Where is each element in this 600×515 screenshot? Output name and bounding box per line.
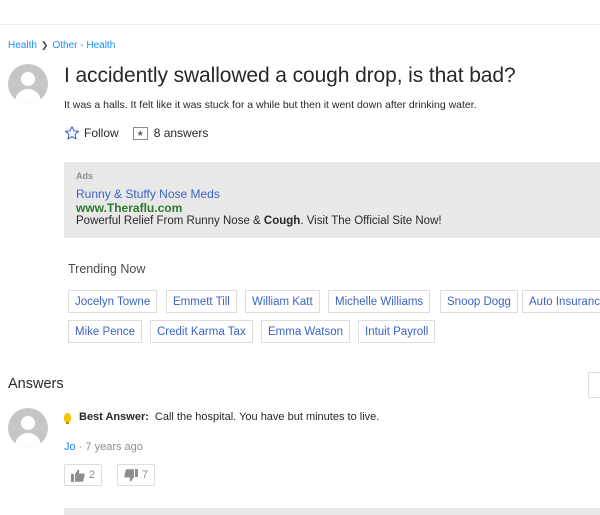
trending-label: Trending Now: [68, 262, 146, 276]
answerer-avatar[interactable]: [8, 408, 48, 448]
asker-avatar[interactable]: [8, 64, 48, 104]
breadcrumb: Health ❯ Other - Health: [8, 40, 115, 51]
best-answer-label: Best Answer:: [79, 411, 149, 423]
trending-tag[interactable]: Auto Insurance: [522, 290, 600, 313]
trending-tag[interactable]: Mike Pence: [68, 320, 143, 343]
trending-tag[interactable]: Emma Watson: [261, 320, 350, 343]
follow-label: Follow: [84, 126, 119, 140]
thumbs-up-button[interactable]: 2: [64, 464, 103, 486]
thumbs-up-icon: [71, 469, 85, 482]
sort-dropdown[interactable]: [588, 372, 600, 398]
top-band: [0, 0, 600, 25]
breadcrumb-other-health[interactable]: Other - Health: [52, 40, 115, 51]
thumbs-down-icon: [124, 468, 138, 481]
ad-block[interactable]: Ads Runny & Stuffy Nose Meds www.Therafl…: [64, 162, 600, 238]
question-actions: Follow ★ 8 answers: [64, 125, 208, 141]
question-title: I accidently swallowed a cough drop, is …: [64, 64, 516, 87]
answers-count-label: 8 answers: [153, 126, 209, 140]
breadcrumb-health[interactable]: Health: [8, 40, 37, 51]
answer-time: 7 years ago: [85, 441, 143, 453]
ad-title-link[interactable]: Runny & Stuffy Nose Meds: [76, 187, 220, 201]
meta-separator: ·: [75, 441, 86, 453]
bulb-icon: [64, 412, 71, 424]
trending-tag[interactable]: Credit Karma Tax: [150, 320, 253, 343]
thumbs-down-count: 7: [142, 469, 149, 481]
chevron-right-icon: ❯: [40, 40, 49, 50]
answer-author-link[interactable]: Jo: [64, 441, 76, 453]
best-answer: Best Answer: Call the hospital. You have…: [64, 411, 380, 424]
trending-tag[interactable]: Intuit Payroll: [358, 320, 436, 343]
question-body: It was a halls. It felt like it was stuc…: [64, 99, 477, 111]
thumbs-up-count: 2: [89, 469, 96, 481]
follow-button[interactable]: Follow: [64, 125, 119, 141]
best-answer-text: Call the hospital. You have but minutes …: [154, 411, 380, 423]
ad-description: Powerful Relief From Runny Nose & Cough.…: [76, 215, 442, 227]
trending-tag[interactable]: Jocelyn Towne: [68, 290, 158, 313]
trending-tag[interactable]: Michelle Williams: [328, 290, 431, 313]
answers-box-icon: ★: [132, 126, 148, 140]
answer-meta: Jo · 7 years ago: [64, 441, 143, 453]
ad-url-link[interactable]: www.Theraflu.com: [76, 201, 182, 215]
answers-heading: Answers: [8, 376, 64, 392]
trending-tag[interactable]: Emmett Till: [166, 290, 237, 313]
next-answer-bar: [64, 508, 600, 515]
answers-count-link[interactable]: ★ 8 answers: [132, 126, 209, 140]
trending-tag[interactable]: William Katt: [245, 290, 320, 313]
thumbs-down-button[interactable]: 7: [117, 464, 156, 486]
ad-label: Ads: [76, 171, 94, 181]
trending-tag[interactable]: Snoop Dogg: [440, 290, 518, 313]
star-outline-icon: [64, 126, 80, 140]
